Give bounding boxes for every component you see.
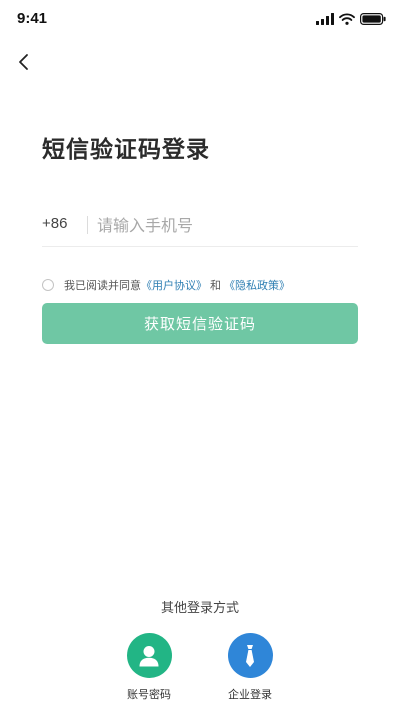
- account-login-circle: [126, 633, 172, 678]
- status-bar: 9:41: [0, 0, 400, 40]
- agreement-row: 我已阅读并同意 《用户协议》 和 《隐私政策》: [42, 277, 290, 293]
- signal-icon: [316, 13, 334, 25]
- tie-icon: [246, 644, 254, 667]
- enterprise-login-circle: [227, 633, 273, 678]
- status-icons: [316, 12, 386, 26]
- enterprise-login-label: 企业登录: [228, 688, 272, 701]
- account-password-login-button[interactable]: 账号密码: [114, 633, 184, 702]
- phone-row: +86: [42, 205, 358, 247]
- account-login-label: 账号密码: [127, 688, 171, 701]
- wifi-icon: [339, 13, 355, 25]
- agreement-prefix: 我已阅读并同意: [64, 279, 141, 292]
- page-title: 短信验证码登录: [42, 137, 210, 163]
- user-agreement-link[interactable]: 《用户协议》: [141, 277, 207, 293]
- chevron-left-icon: [19, 54, 28, 70]
- get-sms-code-button[interactable]: 获取短信验证码: [42, 303, 358, 344]
- agreement-conjunction: 和: [210, 279, 221, 292]
- phone-input[interactable]: [97, 209, 352, 241]
- status-time: 9:41: [17, 10, 48, 27]
- battery-icon: [360, 13, 386, 25]
- user-icon: [139, 645, 159, 666]
- phone-divider: [87, 216, 88, 234]
- other-login-title: 其他登录方式: [160, 601, 239, 616]
- enterprise-login-button[interactable]: 企业登录: [215, 633, 285, 702]
- agree-checkbox[interactable]: [42, 279, 54, 291]
- back-button[interactable]: [10, 48, 38, 76]
- country-code[interactable]: +86: [42, 215, 67, 232]
- privacy-policy-link[interactable]: 《隐私政策》: [224, 277, 290, 293]
